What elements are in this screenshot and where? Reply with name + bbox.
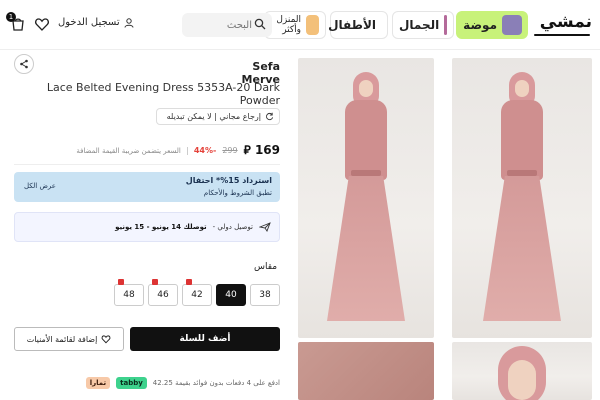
category-label: موضة	[463, 18, 497, 32]
size-option-selected[interactable]: 40	[216, 284, 246, 306]
old-price: 299	[222, 146, 238, 155]
tamara-logo[interactable]: تمارا	[85, 377, 111, 389]
add-to-cart-button[interactable]: أضف للسلة	[130, 327, 280, 351]
price-row: 169 ⃁ 299 -44% السعر يتضمن ضريبة القيمة …	[14, 143, 280, 158]
size-section-label: مقاس	[254, 262, 278, 272]
dress-bodice	[501, 100, 543, 180]
search-icon	[254, 18, 266, 30]
category-label: الجمال	[399, 18, 440, 32]
share-icon	[20, 59, 28, 69]
return-policy-text: إرجاع مجاني | لا يمكن تبديله	[166, 112, 261, 121]
product-title: Lace Belted Evening Dress 5353A-20 Dark …	[46, 81, 280, 107]
category-fashion[interactable]: موضة	[456, 11, 528, 39]
vat-note: السعر يتضمن ضريبة القيمة المضافة	[76, 146, 188, 155]
installment-info: ادفع على 4 دفعات بدون فوائد بقيمة 42.25 …	[14, 373, 280, 393]
login-label: تسجيل الدخول	[58, 17, 120, 28]
heart-icon	[101, 335, 111, 344]
cart-count-badge: 1	[6, 12, 16, 22]
low-stock-icon	[186, 279, 192, 285]
model-face	[359, 80, 373, 97]
dress-belt	[507, 170, 537, 176]
low-stock-icon	[118, 279, 124, 285]
return-policy-badge: إرجاع مجاني | لا يمكن تبديله	[156, 108, 280, 125]
size-selector: 38 40 42 46 48	[14, 279, 280, 306]
section-divider	[14, 164, 280, 165]
view-all-offers-link[interactable]: عرض الكل	[24, 182, 56, 190]
discount-badge: -44%	[193, 146, 217, 155]
dress-skirt	[483, 176, 561, 321]
size-option[interactable]: 48	[114, 279, 144, 306]
delivery-estimate: توصيل دولي - توصلك 14 يونيو - 15 يونيو	[14, 212, 280, 242]
category-label: المنزل وأكثر	[276, 15, 302, 35]
size-option[interactable]: 38	[250, 284, 280, 306]
top-header: نمشي موضة الجمال الأطفال المنزل وأكثر تس…	[0, 0, 600, 50]
share-button[interactable]	[14, 54, 34, 74]
product-image-2[interactable]	[298, 58, 434, 338]
size-option[interactable]: 42	[182, 279, 212, 306]
dress-bodice	[345, 100, 387, 180]
installment-text: ادفع على 4 دفعات بدون فوائد بقيمة 42.25	[152, 379, 280, 387]
tabby-logo[interactable]: tabby	[116, 377, 147, 389]
beauty-thumb	[444, 15, 447, 35]
model-face	[508, 360, 536, 400]
low-stock-icon	[152, 279, 158, 285]
product-image-4[interactable]	[298, 342, 434, 400]
site-logo[interactable]: نمشي	[540, 12, 592, 32]
size-option[interactable]: 46	[148, 279, 178, 306]
current-price: 169 ⃁	[243, 143, 280, 157]
add-to-wishlist-button[interactable]: إضافة لقائمة الأمنيات	[14, 327, 124, 351]
search-box	[182, 13, 272, 37]
wishlist-label: إضافة لقائمة الأمنيات	[26, 334, 98, 344]
dress-belt	[351, 170, 381, 176]
heart-icon[interactable]	[34, 16, 50, 32]
return-icon	[266, 112, 274, 121]
delivery-date: توصلك 14 يونيو - 15 يونيو	[115, 223, 207, 231]
model-face	[515, 80, 529, 97]
cashback-banner[interactable]: استرداد 15%* احتفال تطبق الشروط والأحكام…	[14, 172, 280, 202]
logo-underline	[534, 34, 590, 36]
home-thumb	[306, 15, 319, 35]
cashback-title: استرداد 15%* احتفال	[185, 176, 272, 185]
delivery-label: توصيل دولي -	[212, 223, 253, 231]
fashion-thumb	[502, 15, 522, 35]
delivery-plane-icon	[259, 222, 271, 232]
category-label: الأطفال	[328, 18, 376, 32]
category-home[interactable]: المنزل وأكثر	[264, 11, 326, 39]
product-image-3[interactable]	[452, 342, 592, 400]
login-link[interactable]: تسجيل الدخول	[58, 17, 134, 28]
product-image-1[interactable]	[452, 58, 592, 338]
category-kids[interactable]: الأطفال	[328, 11, 388, 39]
cashback-terms[interactable]: تطبق الشروط والأحكام	[204, 189, 272, 197]
dress-skirt	[327, 176, 405, 321]
category-beauty[interactable]: الجمال	[392, 11, 454, 39]
user-icon	[124, 17, 134, 28]
